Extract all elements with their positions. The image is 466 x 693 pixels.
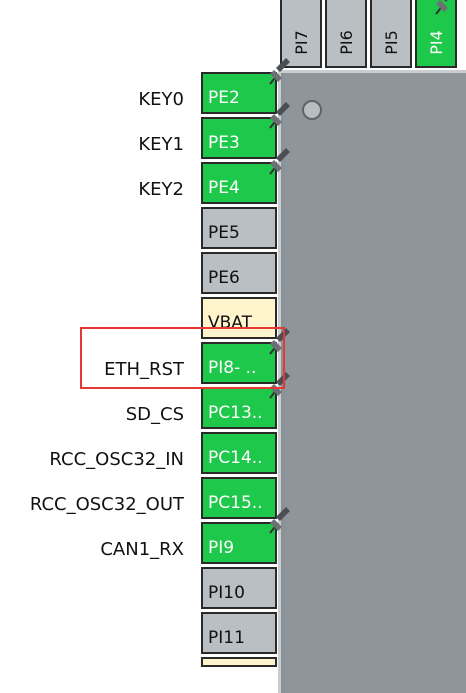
pin-label: PC15.. bbox=[208, 493, 263, 513]
pin-pe5[interactable]: PE5 bbox=[201, 207, 277, 249]
pin-label: PE4 bbox=[208, 178, 240, 198]
pin-pc14[interactable]: PC14.. bbox=[201, 432, 277, 474]
signal-label-rcc-osc32-out[interactable]: RCC_OSC32_OUT bbox=[30, 494, 184, 515]
pin-next-partial bbox=[201, 657, 277, 667]
pin-label: PI7 bbox=[291, 30, 311, 55]
pin-pi11[interactable]: PI11 bbox=[201, 612, 277, 654]
pin1-marker bbox=[302, 100, 322, 120]
pin-pi5[interactable]: PI5 bbox=[370, 0, 412, 68]
pushpin-icon bbox=[269, 102, 290, 129]
pin-pe6[interactable]: PE6 bbox=[201, 252, 277, 294]
signal-label-can1-rx[interactable]: CAN1_RX bbox=[100, 539, 184, 560]
pin-pi10[interactable]: PI10 bbox=[201, 567, 277, 609]
pushpin-icon bbox=[269, 148, 290, 175]
pushpin-icon bbox=[269, 58, 290, 85]
chip-package-body bbox=[278, 70, 466, 693]
signal-label-rcc-osc32-in[interactable]: RCC_OSC32_IN bbox=[49, 449, 184, 470]
pin-label: PE3 bbox=[208, 133, 240, 153]
pin-label: PE2 bbox=[208, 88, 240, 108]
pin-label: PI11 bbox=[208, 628, 245, 648]
pushpin-icon bbox=[435, 0, 448, 15]
signal-label-sd-cs[interactable]: SD_CS bbox=[126, 404, 184, 425]
pin-label: PI9 bbox=[208, 538, 235, 558]
pin-label: PI10 bbox=[208, 583, 245, 603]
pin-label: PC14.. bbox=[208, 448, 263, 468]
pin-label: PC13.. bbox=[208, 403, 263, 423]
signal-label-key1[interactable]: KEY1 bbox=[138, 134, 184, 155]
pin-label: PI6 bbox=[336, 30, 356, 55]
pin-label: PI5 bbox=[381, 30, 401, 55]
pin-pi6[interactable]: PI6 bbox=[325, 0, 367, 68]
signal-label-key2[interactable]: KEY2 bbox=[138, 179, 184, 200]
highlight-box bbox=[80, 327, 285, 389]
pin-label: PI4 bbox=[426, 30, 446, 55]
pin-label: PE6 bbox=[208, 268, 240, 288]
pushpin-icon bbox=[269, 507, 290, 534]
pin-label: PE5 bbox=[208, 223, 240, 243]
signal-label-key0[interactable]: KEY0 bbox=[138, 89, 184, 110]
